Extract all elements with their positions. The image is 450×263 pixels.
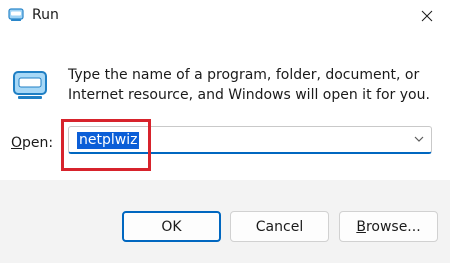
chevron-down-icon[interactable]: [413, 134, 425, 144]
browse-button[interactable]: Browse...: [339, 211, 438, 242]
close-button[interactable]: [404, 0, 450, 32]
dialog-footer: OK Cancel Browse...: [0, 180, 450, 263]
open-label-rest: pen:: [22, 135, 54, 151]
dialog-body: Type the name of a program, folder, docu…: [0, 34, 450, 180]
title-bar: Run: [0, 0, 450, 34]
run-program-icon: [13, 71, 47, 99]
close-icon: [421, 10, 433, 22]
window-title: Run: [32, 7, 59, 23]
ok-button-label: OK: [161, 218, 182, 235]
cancel-button[interactable]: Cancel: [230, 211, 329, 242]
browse-button-label: Browse...: [356, 219, 420, 235]
ok-button[interactable]: OK: [122, 211, 221, 242]
cancel-button-label: Cancel: [255, 218, 304, 235]
open-input[interactable]: netplwiz: [77, 132, 140, 149]
open-label: Open:: [11, 135, 53, 151]
open-label-accel: O: [11, 135, 23, 151]
dialog-description: Type the name of a program, folder, docu…: [68, 67, 430, 103]
browse-accel: B: [356, 218, 366, 235]
open-combobox[interactable]: netplwiz: [68, 126, 432, 154]
browse-rest: rowse...: [365, 218, 421, 235]
run-icon: [8, 8, 24, 21]
